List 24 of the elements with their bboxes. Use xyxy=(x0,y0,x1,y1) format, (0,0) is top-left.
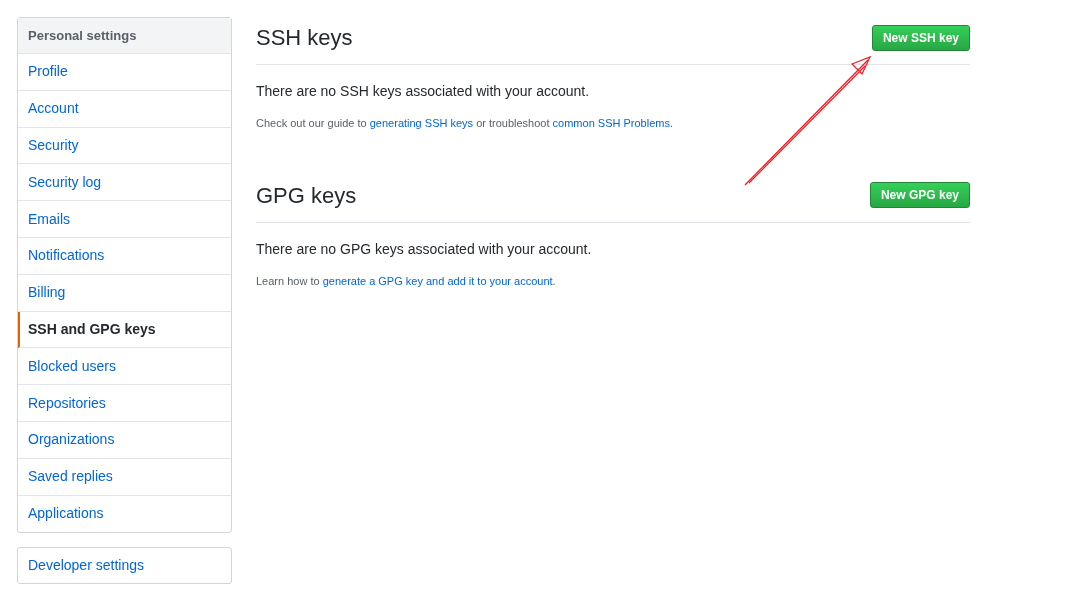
help-text: Learn how to generate a GPG key and add it to your account. xyxy=(256,273,557,289)
menu-item[interactable]: Saved replies xyxy=(18,458,231,496)
empty-message: There are no GPG keys associated with your account. xyxy=(256,239,593,259)
help-text: Check out our guide to generating SSH keys or troubleshoot common SSH Problems. xyxy=(256,116,675,131)
menu-item[interactable]: Profile xyxy=(18,54,231,91)
menu-item[interactable]: SSH and GPG keys xyxy=(18,311,231,349)
menu-item[interactable]: Account xyxy=(18,90,231,128)
menu-item[interactable]: Notifications xyxy=(18,238,231,275)
menu-item[interactable]: Emails xyxy=(18,201,231,238)
menu-item[interactable]: Applications xyxy=(18,495,231,533)
empty-message: There are no SSH keys associated with your account. xyxy=(256,82,591,101)
menu-item[interactable]: Organizations xyxy=(18,421,231,459)
menu-heading: Personal settings xyxy=(18,18,231,54)
menu-item[interactable]: Security xyxy=(18,127,231,165)
section-title: SSH keys xyxy=(256,24,353,52)
help-link[interactable]: common SSH Problems xyxy=(552,117,670,129)
help-link[interactable]: generate a GPG key and add it to your account xyxy=(322,274,553,287)
developer-settings-link[interactable]: Developer settings xyxy=(17,547,232,585)
menu-item[interactable]: Security log xyxy=(18,164,231,202)
help-link[interactable]: generating SSH keys xyxy=(369,117,474,129)
section-title: GPG keys xyxy=(256,181,357,210)
menu-item[interactable]: Blocked users xyxy=(18,348,231,386)
menu-item[interactable]: Billing xyxy=(18,274,231,312)
menu-item[interactable]: Repositories xyxy=(18,385,231,422)
